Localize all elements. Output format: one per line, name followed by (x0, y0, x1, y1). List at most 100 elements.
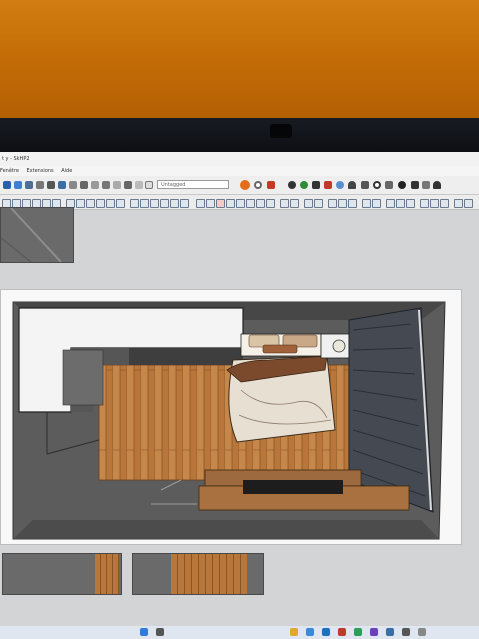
section-plane-icon[interactable] (130, 199, 139, 208)
taskbar-browser-icon[interactable] (306, 628, 314, 636)
shadows-icon[interactable] (180, 199, 189, 208)
outer-shell-icon[interactable] (226, 199, 235, 208)
sketchup-window: t y - SkHP2 Fenêtre Extensions Aide Unta… (0, 152, 479, 639)
search-icon[interactable] (373, 181, 381, 189)
lamp-icon (332, 339, 346, 353)
warehouse-icon[interactable] (254, 181, 262, 189)
taskbar-extra3-icon[interactable] (418, 628, 426, 636)
cushion (262, 344, 298, 354)
arc-icon[interactable] (47, 181, 55, 189)
pan-icon[interactable] (145, 181, 153, 189)
tags-icon[interactable] (406, 199, 415, 208)
taskbar-store-icon[interactable] (370, 628, 378, 636)
camera-icon[interactable] (361, 181, 369, 189)
wireframe-icon[interactable] (76, 199, 85, 208)
model-info-icon[interactable] (386, 199, 395, 208)
dimension-icon[interactable] (290, 199, 299, 208)
taskbar-extra-icon[interactable] (386, 628, 394, 636)
move-icon[interactable] (80, 181, 88, 189)
trimble-icon[interactable] (422, 181, 430, 189)
text-icon[interactable] (124, 181, 132, 189)
start-icon[interactable] (140, 628, 148, 636)
layout-icon[interactable] (288, 181, 296, 189)
taskbar-mail-icon[interactable] (322, 628, 330, 636)
thumbnail-graphic (0, 207, 73, 263)
front-wall (13, 520, 439, 539)
follow-me-icon[interactable] (246, 199, 255, 208)
solid-tools-icon[interactable] (216, 199, 225, 208)
side-unit (62, 349, 104, 406)
menu-item-help[interactable]: Aide (61, 168, 72, 174)
export-icon[interactable] (385, 181, 393, 189)
monitor-bezel (0, 118, 479, 154)
taskbar-app-icon[interactable] (354, 628, 362, 636)
look-around-icon[interactable] (314, 199, 323, 208)
scene-thumbnail-1[interactable] (2, 553, 122, 595)
webcam (270, 124, 292, 138)
info-icon[interactable] (398, 181, 406, 189)
select-icon[interactable] (3, 181, 11, 189)
intersect-icon[interactable] (266, 199, 275, 208)
eraser-icon[interactable] (14, 181, 22, 189)
zoom-icon[interactable] (240, 180, 250, 190)
hidden-line-icon[interactable] (86, 199, 95, 208)
paint-icon[interactable] (25, 181, 33, 189)
fog-icon[interactable] (196, 199, 205, 208)
monochrome-icon[interactable] (116, 199, 125, 208)
taskbar-sketchup-icon[interactable] (338, 628, 346, 636)
zoom-window-icon[interactable] (338, 199, 347, 208)
section-fill-icon[interactable] (150, 199, 159, 208)
next-view-icon[interactable] (372, 199, 381, 208)
position-camera-icon[interactable] (328, 199, 337, 208)
menu-bar: Fenêtre Extensions Aide (0, 166, 479, 176)
cloud-icon[interactable] (348, 181, 356, 189)
push-pull-icon[interactable] (69, 181, 77, 189)
protractor-icon[interactable] (280, 199, 289, 208)
zoom-extents-icon[interactable] (348, 199, 357, 208)
rotate-icon[interactable] (91, 181, 99, 189)
components-panel-icon[interactable] (440, 199, 449, 208)
scenes-icon[interactable] (336, 181, 344, 189)
taskbar-search-icon[interactable] (156, 628, 164, 636)
bedroom-plan-render[interactable] (1, 290, 461, 544)
axes-icon[interactable] (160, 199, 169, 208)
layer-select[interactable]: Untagged (157, 180, 229, 189)
scene-thumbnail-2[interactable] (132, 553, 264, 595)
thumbnail-wood-2 (171, 554, 247, 594)
user-icon[interactable] (433, 181, 441, 189)
component-icon[interactable] (300, 181, 308, 189)
menu-item-extensions[interactable]: Extensions (27, 168, 54, 174)
materials-icon[interactable] (324, 181, 332, 189)
scene-thumbnail-top[interactable] (0, 207, 74, 263)
outliner-icon[interactable] (396, 199, 405, 208)
orbit-icon[interactable] (135, 181, 143, 189)
headboard-shadow (129, 348, 243, 365)
line-icon[interactable] (36, 181, 44, 189)
background-wall (0, 0, 479, 122)
taskbar-files-icon[interactable] (290, 628, 298, 636)
rectangle-icon[interactable] (58, 181, 66, 189)
shaded-icon[interactable] (96, 199, 105, 208)
textured-icon[interactable] (106, 199, 115, 208)
extension-icon[interactable] (267, 181, 275, 189)
guides-icon[interactable] (170, 199, 179, 208)
preferences-icon[interactable] (430, 199, 439, 208)
soften-edges-icon[interactable] (464, 199, 473, 208)
cart-icon[interactable] (411, 181, 419, 189)
title-bar: t y - SkHP2 (0, 152, 479, 166)
section-cut-icon[interactable] (140, 199, 149, 208)
thumbnail-wood (95, 554, 119, 594)
walk-icon[interactable] (304, 199, 313, 208)
entity-info-icon[interactable] (420, 199, 429, 208)
taskbar-extra2-icon[interactable] (402, 628, 410, 636)
tape-measure-icon[interactable] (113, 181, 121, 189)
style-icon[interactable] (312, 181, 320, 189)
sandbox-icon[interactable] (236, 199, 245, 208)
previous-view-icon[interactable] (362, 199, 371, 208)
scale-icon[interactable] (102, 181, 110, 189)
styles-panel-icon[interactable] (454, 199, 463, 208)
viewport-panel[interactable] (0, 289, 462, 545)
offset-icon[interactable] (256, 199, 265, 208)
edge-style-icon[interactable] (206, 199, 215, 208)
menu-item-window[interactable]: Fenêtre (0, 168, 19, 174)
